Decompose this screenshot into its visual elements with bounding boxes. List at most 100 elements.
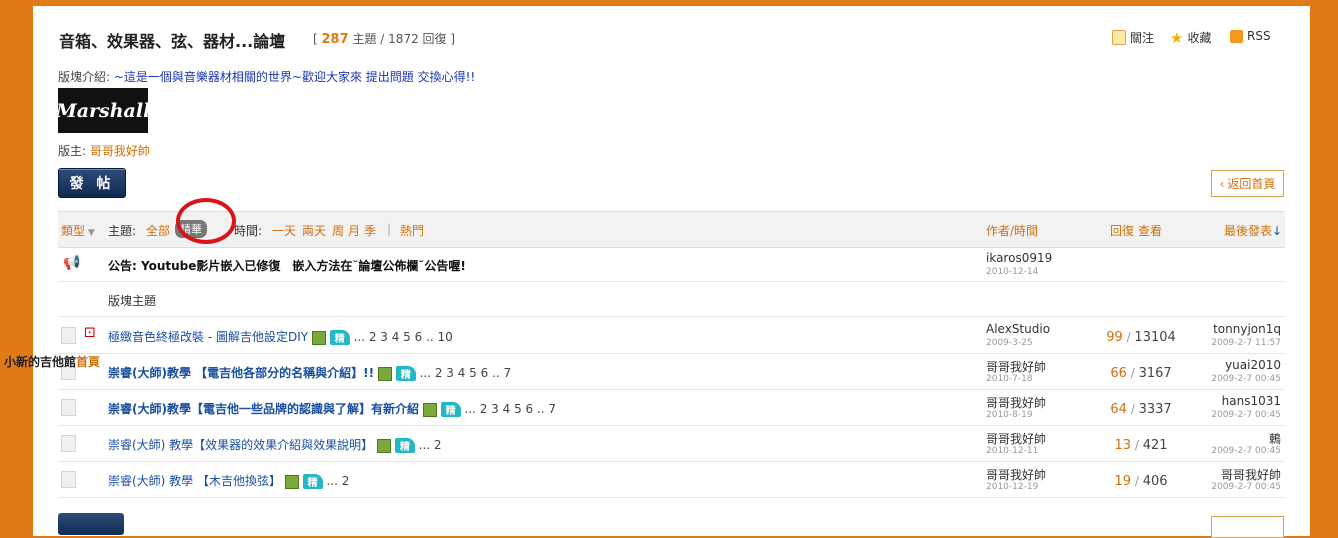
forum-logo: Marshall xyxy=(56,88,150,133)
thread-title[interactable]: 崇睿(大師)教學【電吉他一些品牌的認識與了解】有新介紹 xyxy=(108,402,419,416)
thread-replies: 99 xyxy=(1106,330,1123,345)
thread-row[interactable]: 崇睿(大師) 教學 【木吉他換弦】 精 ... 2 哥哥我好帥 2010-12-19… xyxy=(58,462,1285,498)
col-views[interactable]: 查看 xyxy=(1138,222,1162,239)
topic-filter-label: 主題: xyxy=(108,224,137,238)
thread-pages[interactable]: ... 2 xyxy=(419,438,442,452)
thread-last-user[interactable]: tonnyjon1q xyxy=(1213,322,1281,336)
folder-icon xyxy=(61,435,76,452)
image-icon xyxy=(284,474,299,489)
thread-pages[interactable]: ... 2 3 4 5 6 .. 10 xyxy=(354,330,453,344)
section-label-row: 版塊主題 xyxy=(58,282,1285,317)
thread-author[interactable]: 哥哥我好帥 xyxy=(986,358,1046,375)
favorite-link[interactable]: ★ 收藏 xyxy=(1170,29,1211,46)
time-filter-month[interactable]: 月 xyxy=(348,222,360,239)
thread-title[interactable]: 崇睿(大師) 教學【效果器的效果介紹與效果說明】 xyxy=(108,438,373,452)
col-author-time[interactable]: 作者/時間 xyxy=(986,222,1038,239)
featured-badge-icon: 精 xyxy=(394,438,415,453)
announcement-text: Youtube影片嵌入已修復 嵌入方法在˘論壇公佈欄˘公告喔! xyxy=(141,259,466,273)
intro-label: 版塊介紹: xyxy=(58,70,111,84)
back-home-button[interactable]: ‹ 返回首頁 xyxy=(1211,170,1284,197)
thread-last-user[interactable]: yuai2010 xyxy=(1225,358,1281,372)
time-filter-week[interactable]: 周 xyxy=(332,222,344,239)
thread-stats: 64 / 3337 xyxy=(1110,402,1172,417)
image-icon xyxy=(422,402,437,417)
follow-label: 關注 xyxy=(1130,31,1155,45)
thread-pages[interactable]: ... 2 xyxy=(326,474,349,488)
megaphone-icon: 📢 xyxy=(63,255,81,271)
hot-filter[interactable]: 熱門 xyxy=(400,222,424,239)
thread-last-user[interactable]: 哥哥我好帥 xyxy=(1221,466,1281,483)
caret-down-icon: ▼ xyxy=(85,228,95,238)
thread-author[interactable]: 哥哥我好帥 xyxy=(986,466,1046,483)
thread-replies: 19 xyxy=(1114,474,1132,489)
topics-count: 287 xyxy=(321,32,349,47)
filter-separator: | xyxy=(387,222,392,236)
featured-badge-icon: 精 xyxy=(329,330,350,345)
thread-author[interactable]: 哥哥我好帥 xyxy=(986,430,1046,447)
topic-filter-all[interactable]: 全部 xyxy=(146,222,170,239)
thread-replies: 13 xyxy=(1114,438,1132,453)
thread-views: 3337 xyxy=(1138,402,1172,417)
dice-icon: ⚀ xyxy=(84,326,96,341)
thread-author[interactable]: 哥哥我好帥 xyxy=(986,394,1046,411)
time-filter-day[interactable]: 一天 xyxy=(272,222,296,239)
thread-pages[interactable]: ... 2 3 4 5 6 .. 7 xyxy=(464,402,556,416)
thread-title-group: 崇睿(大師) 教學 【木吉他換弦】 精 ... 2 xyxy=(108,472,349,489)
announcement-row[interactable]: 📢 公告: Youtube影片嵌入已修復 嵌入方法在˘論壇公佈欄˘公告喔! ik… xyxy=(58,247,1285,282)
follow-link[interactable]: 關注 xyxy=(1112,29,1154,46)
rss-link[interactable]: RSS xyxy=(1230,29,1271,43)
announcement-author[interactable]: ikaros0919 xyxy=(986,251,1052,265)
thread-date: 2009-3-25 xyxy=(986,338,1033,348)
thread-last-user[interactable]: 鶇 xyxy=(1269,430,1281,447)
col-last-post[interactable]: 最後發表↓ xyxy=(1224,222,1282,239)
back-home-label: 返回首頁 xyxy=(1227,177,1276,191)
col-last-post-label: 最後發表 xyxy=(1224,224,1273,238)
image-icon xyxy=(311,330,326,345)
section-label: 版塊主題 xyxy=(108,294,157,308)
thread-last-time: 2009-2-7 00:45 xyxy=(1211,374,1281,384)
thread-title[interactable]: 崇睿(大師)教學 【電吉他各部分的名稱與介紹】!! xyxy=(108,366,374,380)
thread-stats: 66 / 3167 xyxy=(1110,366,1172,381)
site-name: 小新的吉他館 xyxy=(4,355,77,369)
thread-row[interactable]: ⚀ 極緻音色終極改裝 - 圖解吉他設定DIY 精 ... 2 3 4 5 6 ..… xyxy=(58,318,1285,354)
follow-icon xyxy=(1112,30,1126,45)
thread-views: 406 xyxy=(1142,474,1168,489)
topics-label: 主題 / xyxy=(352,32,385,46)
thread-stats: 13 / 421 xyxy=(1114,438,1168,453)
favorite-label: 收藏 xyxy=(1187,31,1212,45)
thread-title[interactable]: 崇睿(大師) 教學 【木吉他換弦】 xyxy=(108,474,281,488)
thread-pages[interactable]: ... 2 3 4 5 6 .. 7 xyxy=(420,366,512,380)
thread-title[interactable]: 極緻音色終極改裝 - 圖解吉他設定DIY xyxy=(108,330,308,344)
intro-text: ~這是一個與音樂器材相關的世界~歡迎大家來 提出問題 交換心得!! xyxy=(113,70,476,84)
thread-last-time: 2009-2-7 00:45 xyxy=(1211,410,1281,420)
announcement-title[interactable]: 公告: Youtube影片嵌入已修復 嵌入方法在˘論壇公佈欄˘公告喔! xyxy=(108,257,466,274)
moderator-label: 版主: xyxy=(58,144,87,158)
forum-counts: [ 287 主題 / 1872 回復 ] xyxy=(313,30,455,47)
folder-icon xyxy=(61,327,76,344)
folder-icon xyxy=(61,471,76,488)
moderator-link[interactable]: 哥哥我好帥 xyxy=(90,144,150,158)
new-post-button[interactable]: 發 帖 xyxy=(58,168,126,198)
time-filter-season[interactable]: 季 xyxy=(364,222,376,239)
type-filter[interactable]: 類型 ▼ xyxy=(61,222,95,239)
forum-title: 音箱、效果器、弦、器材...論壇 xyxy=(59,32,286,51)
thread-row[interactable]: 崇睿(大師) 教學【效果器的效果介紹與效果說明】 精 ... 2 哥哥我好帥 201… xyxy=(58,426,1285,462)
site-overlay-link[interactable]: 小新的吉他館首頁 xyxy=(4,353,100,370)
thread-date: 2010-12-19 xyxy=(986,482,1039,492)
back-home-button-bottom[interactable] xyxy=(1211,516,1284,538)
thread-views: 3167 xyxy=(1138,366,1172,381)
star-icon: ★ xyxy=(1170,28,1184,47)
rss-icon xyxy=(1230,29,1243,43)
forum-intro: 版塊介紹: ~這是一個與音樂器材相關的世界~歡迎大家來 提出問題 交換心得!! xyxy=(58,68,475,85)
time-filter-two-days[interactable]: 兩天 xyxy=(302,222,326,239)
thread-row[interactable]: 崇睿(大師)教學 【電吉他各部分的名稱與介紹】!! 精 ... 2 3 4 5 … xyxy=(58,354,1285,390)
image-icon xyxy=(377,438,392,453)
col-replies[interactable]: 回復 xyxy=(1110,222,1134,239)
thread-last-user[interactable]: hans1031 xyxy=(1222,394,1281,408)
announcement-prefix: 公告: xyxy=(108,259,137,273)
thread-row[interactable]: 崇睿(大師)教學【電吉他一些品牌的認識與了解】有新介紹 精 ... 2 3 4 … xyxy=(58,390,1285,426)
new-post-button-bottom[interactable] xyxy=(58,513,124,535)
thread-author[interactable]: AlexStudio xyxy=(986,322,1050,336)
thread-date: 2010-8-19 xyxy=(986,410,1033,420)
thread-last-time: 2009-2-7 00:45 xyxy=(1211,482,1281,492)
